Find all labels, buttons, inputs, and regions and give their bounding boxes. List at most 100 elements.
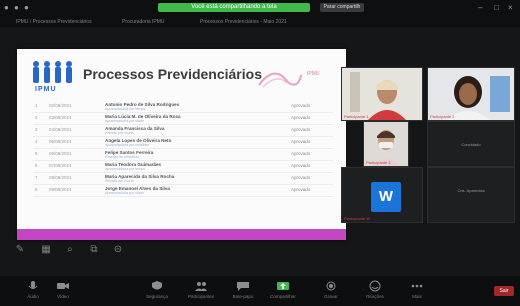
toolbar-label: Mais	[412, 294, 422, 299]
share-icon	[277, 282, 289, 290]
more-dots-icon	[411, 284, 423, 288]
tab-processos[interactable]: IPMU / Processos Previdenciários	[16, 18, 126, 26]
restore-icon[interactable]: □	[494, 3, 499, 12]
sharing-notice: Você está compartilhando a tela	[158, 3, 310, 12]
fit-icon[interactable]: ⧉	[88, 244, 100, 256]
row-description: Aposentadoria por tempo	[105, 107, 146, 111]
list-item: 4 05/05/2021 Angela Lopes de Oliveira Ne…	[33, 137, 333, 149]
ipmu-logo-icon	[33, 61, 72, 83]
participant-video-icon	[342, 68, 422, 120]
row-description: Aposentadoria por idade	[105, 119, 145, 123]
participant-name: Participante 3	[366, 160, 391, 165]
ipmu-pink-word: IPMU	[307, 71, 320, 77]
toolbar-label: Compartilhar	[270, 294, 296, 299]
shared-slide: IPMU Processos Previdenciários IPMU 1 02…	[17, 49, 346, 240]
row-description: Aposentadoria por invalidez	[105, 143, 150, 147]
row-status: Aprovado	[291, 139, 311, 144]
list-item: 3 04/05/2021 Amanda Francisca da Silva P…	[33, 125, 333, 137]
row-date: 07/05/2021	[49, 163, 72, 168]
people-icon	[195, 282, 207, 291]
participant-avatar: W	[371, 182, 401, 212]
participant-gallery: Participante 1 Participante 2 Participan…	[337, 63, 515, 223]
participant-video-icon	[428, 68, 514, 120]
participant-name: Cris. Aparecida	[457, 188, 485, 193]
minimize-icon[interactable]: –	[478, 3, 482, 12]
leave-meeting-button[interactable]: Sair	[494, 286, 514, 296]
window-minimize-icon[interactable]: ●	[14, 3, 19, 12]
window-close-icon[interactable]: ●	[4, 3, 9, 12]
row-description: Pensão por morte	[105, 179, 134, 183]
row-status: Aprovado	[291, 175, 311, 180]
camera-icon	[57, 283, 69, 289]
row-date: 05/05/2021	[49, 139, 72, 144]
participant-tile[interactable]: Participante 1	[341, 67, 423, 121]
row-date: 09/05/2021	[49, 187, 72, 192]
row-status: Aprovado	[291, 115, 311, 120]
toolbar-label: Segurança	[146, 294, 168, 299]
row-status: Aprovado	[291, 163, 311, 168]
pen-icon[interactable]: ✎	[14, 244, 26, 256]
participant-tile[interactable]: Cris. Aparecida	[427, 167, 515, 223]
row-date: 03/05/2021	[49, 115, 72, 120]
row-number: 8	[35, 187, 38, 192]
row-date: 02/05/2021	[49, 103, 72, 108]
participant-tile[interactable]: Participante 2	[427, 67, 515, 121]
row-status: Aprovado	[291, 103, 311, 108]
row-status: Aprovado	[291, 127, 311, 132]
record-icon	[326, 281, 336, 291]
list-item: 2 03/05/2021 Maria Lúcia M. de Oliveira …	[33, 113, 333, 125]
row-date: 08/05/2021	[49, 175, 72, 180]
shield-icon	[152, 281, 162, 290]
participant-tile[interactable]: Participante 3	[363, 121, 409, 167]
slide-title: Processos Previdenciários	[83, 66, 262, 82]
row-number: 1	[35, 103, 38, 108]
list-item: 5 06/05/2021 Felipe Santos Ferreira Revi…	[33, 149, 333, 161]
meeting-toolbar: Áudio Vídeo Segurança Participantes Bate…	[0, 276, 520, 306]
row-description: Aposentadoria por idade	[105, 191, 145, 195]
row-date: 06/05/2021	[49, 151, 72, 156]
participant-name: Participante W	[344, 216, 371, 221]
row-number: 5	[35, 151, 38, 156]
list-item: 6 07/05/2021 Maria Teodora Guimarães Apo…	[33, 161, 333, 173]
close-icon[interactable]: ×	[508, 3, 513, 12]
row-number: 4	[35, 139, 38, 144]
row-description: Aposentadoria por tempo	[105, 167, 146, 171]
row-number: 6	[35, 163, 38, 168]
smiley-icon	[369, 280, 381, 292]
window-maximize-icon[interactable]: ●	[24, 3, 29, 12]
list-item: 8 09/05/2021 Jorge Emanoel Alves da Silv…	[33, 185, 333, 197]
row-number: 7	[35, 175, 38, 180]
row-status: Aprovado	[291, 187, 311, 192]
toolbar-label: Vídeo	[57, 294, 69, 299]
row-description: Pensão por morte	[105, 131, 134, 135]
participant-name: Participante 2	[430, 114, 455, 119]
record-button[interactable]: Gravar	[306, 276, 356, 306]
more-options-icon[interactable]: ⊝	[112, 244, 124, 256]
list-item: 1 02/05/2021 Antonio Pedro de Silva Rodr…	[33, 101, 333, 113]
video-button[interactable]: Vídeo	[38, 276, 88, 306]
participant-name: Participante 1	[344, 114, 369, 119]
security-button[interactable]: Segurança	[132, 276, 182, 306]
layout-icon[interactable]: ▦	[40, 244, 52, 256]
participant-tile[interactable]: W Participante W	[341, 167, 423, 223]
ribbon-icon	[258, 72, 302, 88]
list-item: 7 08/05/2021 Maria Aparecida da Silva Ro…	[33, 173, 333, 185]
toolbar-label: Gravar	[324, 294, 338, 299]
slide-footer-bar	[17, 229, 346, 240]
row-date: 04/05/2021	[49, 127, 72, 132]
zoom-icon[interactable]: ⌕	[64, 244, 76, 256]
logo-text: IPMU	[35, 86, 57, 93]
top-bar: ● ● ● Você está compartilhando a tela Pa…	[0, 0, 520, 27]
share-screen-button[interactable]: Compartilhar	[258, 276, 308, 306]
row-number: 3	[35, 127, 38, 132]
tab-processos-maio[interactable]: Processos Previdenciários - Maio 2021	[200, 18, 340, 26]
row-status: Aprovado	[291, 151, 311, 156]
annotation-tools: ✎ ▦ ⌕ ⧉ ⊝	[0, 240, 150, 260]
row-number: 2	[35, 115, 38, 120]
tab-procuradoria[interactable]: Procuradoria IPMU	[122, 18, 190, 26]
more-button[interactable]: Mais	[392, 276, 442, 306]
participant-tile[interactable]: Convidado	[427, 121, 515, 167]
chat-icon	[237, 282, 249, 291]
participant-name: Convidado	[461, 142, 481, 147]
stop-share-button[interactable]: Parar compartilh	[320, 3, 364, 12]
